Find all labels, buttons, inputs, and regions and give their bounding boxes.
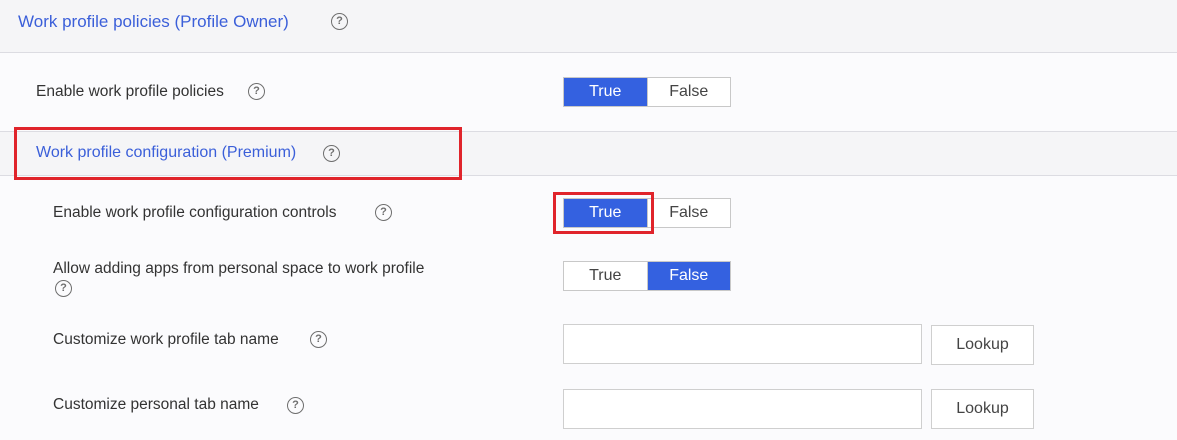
enable-policies-true-option[interactable]: True bbox=[564, 78, 647, 106]
allow-adding-apps-label: Allow adding apps from personal space to… bbox=[53, 260, 425, 277]
question-circle-icon[interactable]: ? bbox=[287, 397, 304, 414]
enable-config-controls-true-option[interactable]: True bbox=[564, 199, 647, 227]
enable-policies-toggle[interactable]: True False bbox=[563, 77, 731, 107]
personal-tab-name-label: Customize personal tab name bbox=[53, 396, 259, 413]
work-tab-name-label: Customize work profile tab name bbox=[53, 331, 279, 348]
section-title-profile-owner: Work profile policies (Profile Owner) bbox=[18, 12, 289, 31]
question-circle-icon[interactable]: ? bbox=[310, 331, 327, 348]
section-title-configuration: Work profile configuration (Premium) bbox=[36, 144, 297, 161]
allow-adding-apps-toggle[interactable]: True False bbox=[563, 261, 731, 291]
personal-tab-name-lookup-button[interactable]: Lookup bbox=[931, 389, 1034, 429]
enable-policies-label: Enable work profile policies bbox=[36, 83, 224, 100]
question-circle-icon[interactable]: ? bbox=[375, 204, 392, 221]
work-tab-name-lookup-button[interactable]: Lookup bbox=[931, 325, 1034, 365]
enable-config-controls-toggle[interactable]: True False bbox=[563, 198, 731, 228]
question-circle-icon[interactable]: ? bbox=[55, 280, 72, 297]
enable-config-controls-label: Enable work profile configuration contro… bbox=[53, 204, 337, 221]
question-circle-icon[interactable]: ? bbox=[248, 83, 265, 100]
personal-tab-name-input[interactable] bbox=[563, 389, 922, 429]
work-tab-name-input[interactable] bbox=[563, 324, 922, 364]
allow-adding-apps-true-option[interactable]: True bbox=[564, 262, 647, 290]
question-circle-icon[interactable]: ? bbox=[331, 13, 348, 30]
allow-adding-apps-false-option[interactable]: False bbox=[646, 262, 730, 290]
question-circle-icon[interactable]: ? bbox=[323, 145, 340, 162]
enable-config-controls-false-option[interactable]: False bbox=[646, 199, 731, 227]
enable-policies-false-option[interactable]: False bbox=[646, 78, 731, 106]
